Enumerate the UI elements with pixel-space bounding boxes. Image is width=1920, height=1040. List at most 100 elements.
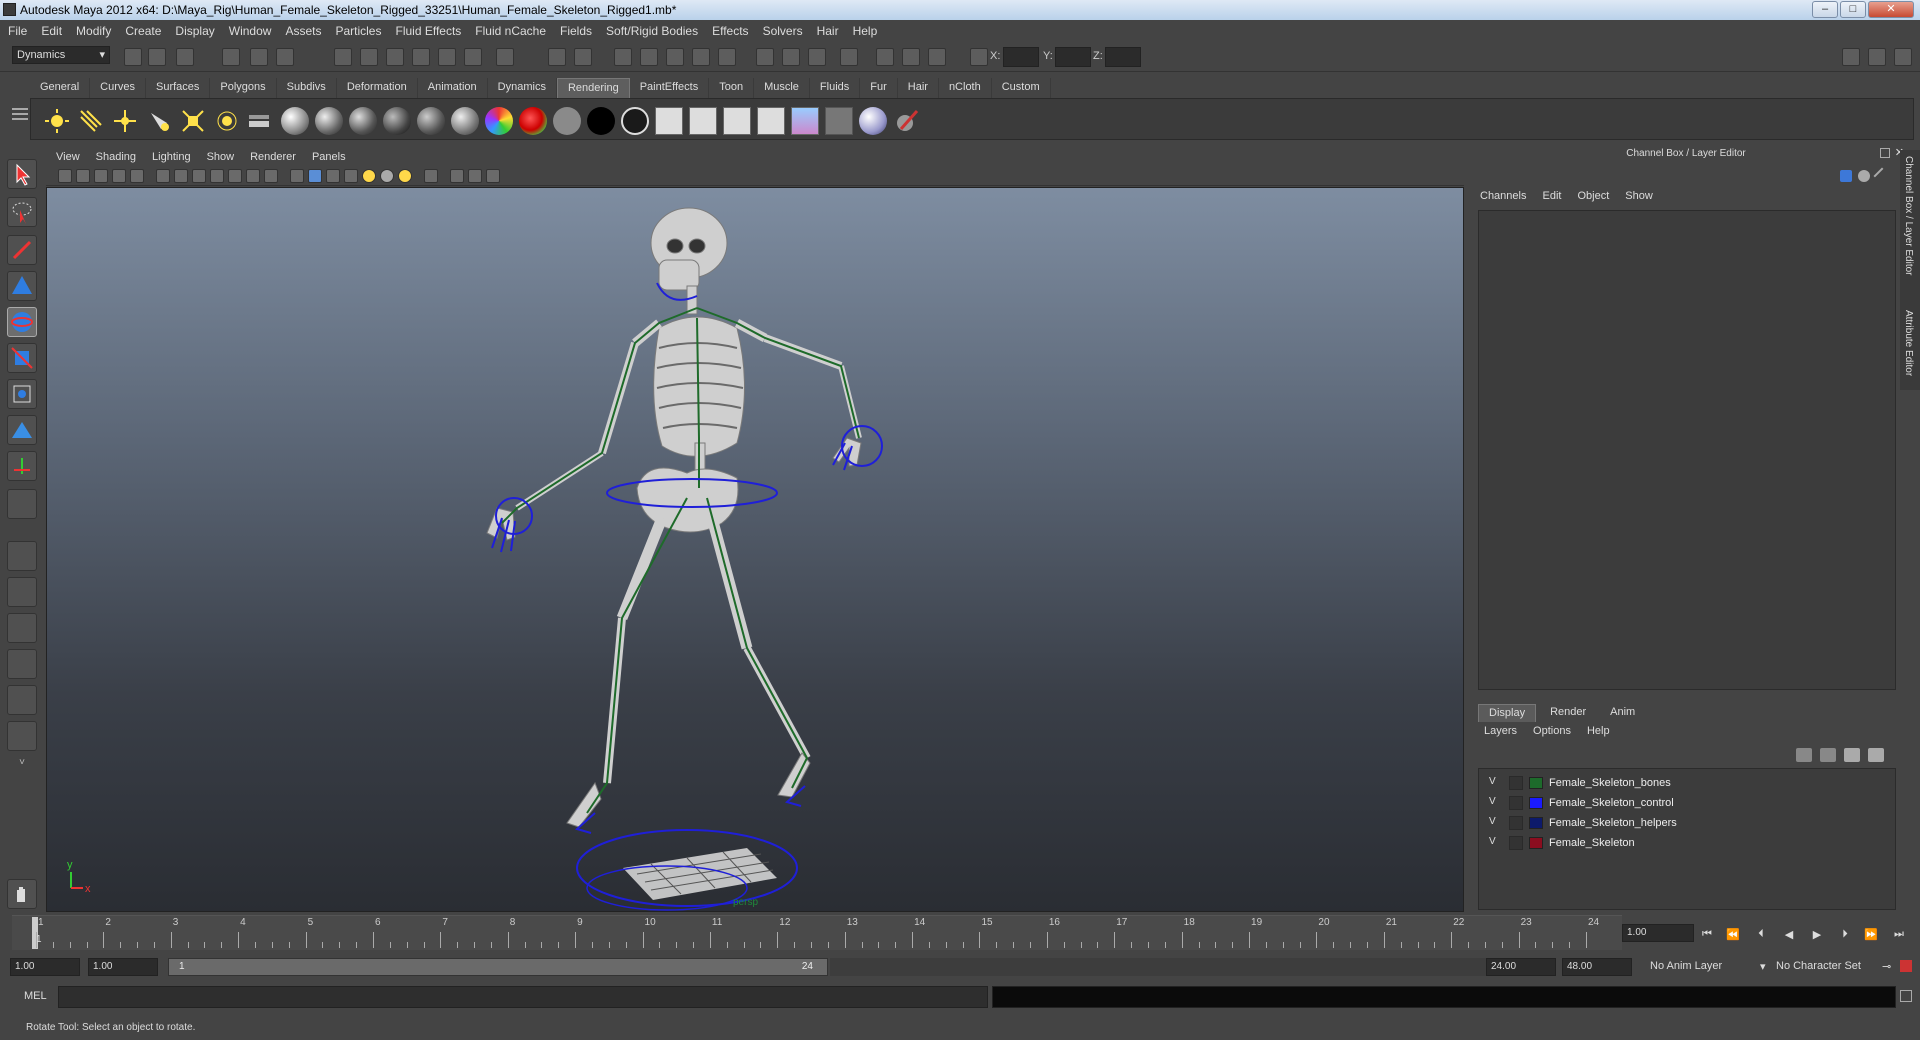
menu-assets[interactable]: Assets <box>285 24 321 38</box>
x-field[interactable] <box>1003 47 1039 67</box>
shelf-tab-fur[interactable]: Fur <box>860 78 898 98</box>
minimize-button[interactable]: – <box>1812 1 1838 18</box>
shelf-tab-deformation[interactable]: Deformation <box>336 78 418 98</box>
menu-file[interactable]: File <box>8 24 27 38</box>
rotate-tool-icon[interactable] <box>7 307 37 337</box>
step-back-key-icon[interactable]: ⏪ <box>1724 928 1742 944</box>
step-back-frame-icon[interactable]: ⏴ <box>1752 928 1770 944</box>
close-button[interactable]: ✕ <box>1868 1 1914 18</box>
menu-particles[interactable]: Particles <box>335 24 381 38</box>
last-used-tool-icon[interactable] <box>7 489 37 519</box>
toggle-attribute-editor-icon[interactable] <box>1842 48 1860 66</box>
render-view-icon[interactable] <box>902 48 920 66</box>
layer-color-swatch[interactable] <box>1529 797 1543 809</box>
hand-cursor-icon[interactable] <box>7 879 37 909</box>
volume-light-icon[interactable] <box>213 107 241 135</box>
hypershade-shelf-icon[interactable] <box>859 107 887 135</box>
point-light-icon[interactable] <box>111 107 139 135</box>
step-forward-frame-icon[interactable]: ⏵ <box>1836 928 1854 944</box>
texture-2d-icon[interactable] <box>655 107 683 135</box>
persp-graph-layout-icon[interactable] <box>7 649 37 679</box>
shelf-tab-polygons[interactable]: Polygons <box>210 78 277 98</box>
wireframe-icon[interactable] <box>290 169 304 183</box>
construction-history-icon[interactable] <box>756 48 774 66</box>
channel-manip-icon[interactable] <box>1873 167 1891 185</box>
y-field[interactable] <box>1055 47 1091 67</box>
menu-window[interactable]: Window <box>229 24 272 38</box>
layer-tab-render[interactable]: Render <box>1540 704 1596 722</box>
paint-brush-icon[interactable] <box>893 107 921 135</box>
grid-toggle-icon[interactable] <box>156 169 170 183</box>
shelf-menu-icon[interactable] <box>12 78 28 138</box>
magnet-icon[interactable] <box>614 48 632 66</box>
magnet-live-icon[interactable] <box>718 48 736 66</box>
layer-display-type-toggle[interactable] <box>1509 776 1523 790</box>
four-view-layout-icon[interactable] <box>7 577 37 607</box>
menu-effects[interactable]: Effects <box>712 24 748 38</box>
new-empty-layer-icon[interactable] <box>1844 748 1860 762</box>
field-chart-icon[interactable] <box>228 169 242 183</box>
command-language-label[interactable]: MEL <box>24 990 47 1002</box>
select-component-icon[interactable] <box>276 48 294 66</box>
menu-modify[interactable]: Modify <box>76 24 111 38</box>
transform-input-mode-icon[interactable] <box>970 48 988 66</box>
select-camera-icon[interactable] <box>58 169 72 183</box>
shelf-tab-surfaces[interactable]: Surfaces <box>145 78 211 98</box>
layer-row[interactable]: V Female_Skeleton_bones <box>1479 773 1895 793</box>
shelf-tab-painteffects[interactable]: PaintEffects <box>629 78 710 98</box>
grease-pencil-icon[interactable] <box>130 169 144 183</box>
lasso-tool-icon[interactable] <box>7 197 37 227</box>
anisotropic-material-icon[interactable] <box>417 107 445 135</box>
layer-color-swatch[interactable] <box>1529 817 1543 829</box>
film-gate-icon[interactable] <box>174 169 188 183</box>
menu-create[interactable]: Create <box>125 24 161 38</box>
playback-end-field[interactable]: 24.00 <box>1486 958 1556 976</box>
area-light-icon[interactable] <box>179 107 207 135</box>
phong-material-icon[interactable] <box>349 107 377 135</box>
channel-box-body[interactable] <box>1478 210 1896 690</box>
use-background-icon[interactable] <box>587 107 615 135</box>
animation-preferences-icon[interactable] <box>1900 960 1912 972</box>
shadows-icon[interactable] <box>398 169 412 183</box>
magnet-surface-icon[interactable] <box>692 48 710 66</box>
character-set-dropdown[interactable]: No Character Set <box>1776 960 1861 972</box>
render-view-shelf-icon[interactable] <box>791 107 819 135</box>
playback-start-field[interactable]: 1.00 <box>88 958 158 976</box>
shelf-tab-curves[interactable]: Curves <box>90 78 146 98</box>
render-current-frame-icon[interactable] <box>782 48 800 66</box>
play-forwards-icon[interactable]: ▶ <box>1808 928 1826 944</box>
safe-action-icon[interactable] <box>246 169 260 183</box>
snap-view-plane-icon[interactable] <box>412 48 430 66</box>
batch-render-icon[interactable] <box>825 107 853 135</box>
go-to-start-icon[interactable]: ⏮ <box>1698 928 1716 944</box>
textured-icon[interactable] <box>344 169 358 183</box>
shelf-tab-fluids[interactable]: Fluids <box>809 78 861 98</box>
select-hierarchy-icon[interactable] <box>222 48 240 66</box>
layer-menu-options[interactable]: Options <box>1533 725 1571 741</box>
menu-soft-rigid-bodies[interactable]: Soft/Rigid Bodies <box>606 24 698 38</box>
shelf-tab-dynamics[interactable]: Dynamics <box>487 78 557 98</box>
layer-display-type-toggle[interactable] <box>1509 836 1523 850</box>
wireframe-on-shaded-icon[interactable] <box>326 169 340 183</box>
menu-fluid-ncache[interactable]: Fluid nCache <box>475 24 546 38</box>
layer-visibility-toggle[interactable]: V <box>1489 816 1496 827</box>
ocean-shader-icon[interactable] <box>621 107 649 135</box>
image-plane-icon[interactable] <box>112 169 126 183</box>
shelf-tab-custom[interactable]: Custom <box>991 78 1051 98</box>
cb-menu-object[interactable]: Object <box>1577 190 1609 206</box>
layer-display-type-toggle[interactable] <box>1509 796 1523 810</box>
shelf-tab-animation[interactable]: Animation <box>417 78 488 98</box>
channel-speed-icon[interactable] <box>1858 170 1870 182</box>
move-tool-icon[interactable] <box>7 271 37 301</box>
shelf-tab-general[interactable]: General <box>30 78 91 98</box>
ambient-light-icon[interactable] <box>43 107 71 135</box>
menu-hair[interactable]: Hair <box>817 24 839 38</box>
shelf-tab-ncloth[interactable]: nCloth <box>938 78 992 98</box>
menu-set-dropdown[interactable]: Dynamics ▾ <box>12 46 110 64</box>
menu-edit[interactable]: Edit <box>41 24 62 38</box>
render-settings-icon[interactable] <box>840 48 858 66</box>
chevron-down-icon[interactable]: ▾ <box>1760 960 1766 973</box>
shelf-tab-toon[interactable]: Toon <box>709 78 755 98</box>
perspective-viewport[interactable]: y x persp <box>46 187 1464 912</box>
xray-components-icon[interactable] <box>486 169 500 183</box>
